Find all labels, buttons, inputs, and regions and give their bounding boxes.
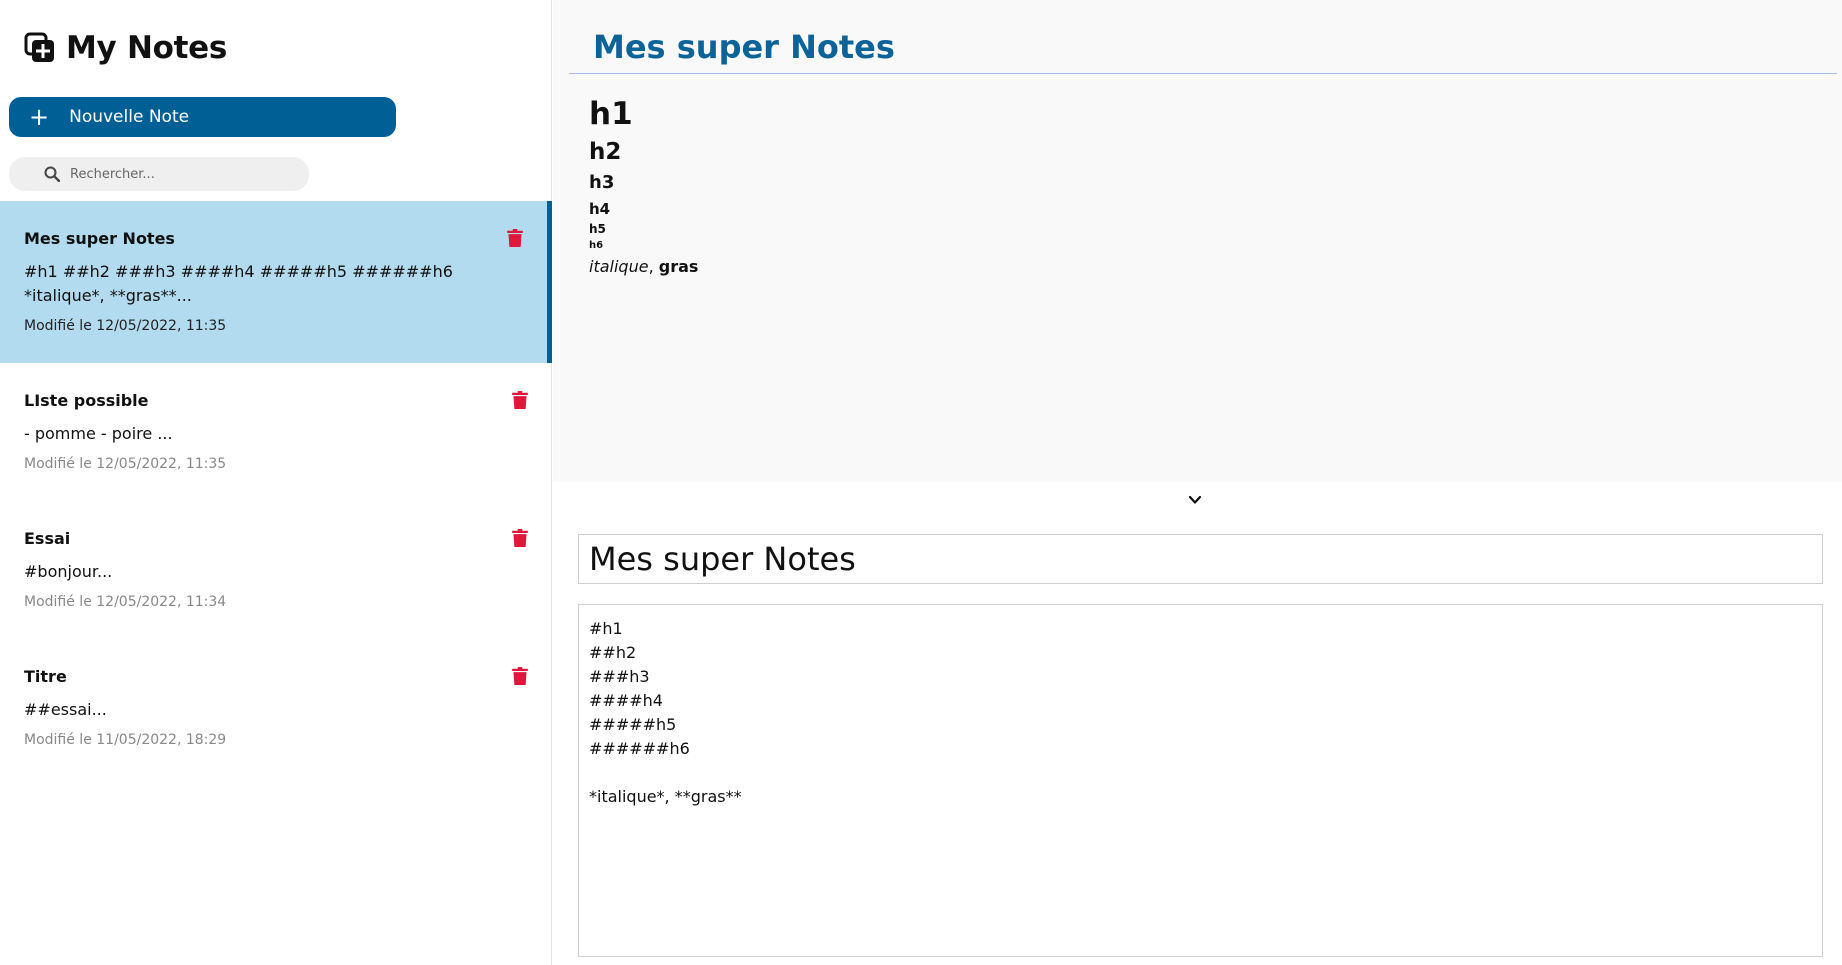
note-item-mes-super-notes[interactable]: Mes super Notes #h1 ##h2 ###h3 ####h4 ##… bbox=[0, 201, 552, 363]
trash-icon[interactable] bbox=[507, 229, 523, 247]
search-input[interactable] bbox=[70, 166, 290, 182]
note-preview: ##essai... bbox=[24, 700, 107, 719]
new-note-button[interactable]: + Nouvelle Note bbox=[9, 97, 396, 137]
note-modified-date: Modifié le 11/05/2022, 18:29 bbox=[24, 732, 227, 748]
main-panel: Mes super Notes h1 h2 h3 h4 h5 h6 italiq… bbox=[553, 0, 1842, 965]
preview-content: h1 h2 h3 h4 h5 h6 italique, gras bbox=[589, 94, 698, 278]
preview-heading-3: h3 bbox=[589, 172, 615, 193]
trash-icon[interactable] bbox=[512, 391, 528, 409]
note-item-titre[interactable]: Titre ##essai... Modifié le 11/05/2022, … bbox=[0, 639, 552, 777]
note-preview: - pomme - poire ... bbox=[24, 424, 173, 443]
preview-heading-1: h1 bbox=[589, 96, 633, 132]
search-icon bbox=[44, 166, 60, 182]
preview-divider bbox=[569, 73, 1837, 74]
preview-bold-text: gras bbox=[658, 257, 699, 276]
preview-separator: , bbox=[648, 257, 659, 276]
plus-icon: + bbox=[29, 103, 50, 131]
note-modified-date: Modifié le 12/05/2022, 11:35 bbox=[24, 318, 227, 334]
note-title: Titre bbox=[24, 667, 67, 686]
app-title: My Notes bbox=[66, 30, 227, 66]
note-content-editor[interactable]: #h1 ##h2 ###h3 ####h4 #####h5 ######h6 *… bbox=[578, 604, 1823, 957]
note-title: LIste possible bbox=[24, 391, 149, 410]
note-modified-date: Modifié le 12/05/2022, 11:35 bbox=[24, 456, 227, 472]
preview-heading-4: h4 bbox=[589, 200, 611, 218]
search-bar bbox=[9, 157, 309, 191]
preview-paragraph: italique, gras bbox=[589, 256, 698, 278]
note-title: Mes super Notes bbox=[24, 229, 175, 248]
trash-icon[interactable] bbox=[512, 529, 528, 547]
markdown-preview: Mes super Notes h1 h2 h3 h4 h5 h6 italiq… bbox=[553, 0, 1842, 482]
note-title-input[interactable] bbox=[578, 534, 1823, 584]
note-item-essai[interactable]: Essai #bonjour... Modifié le 12/05/2022,… bbox=[0, 501, 552, 639]
note-preview: #bonjour... bbox=[24, 562, 113, 581]
new-note-label: Nouvelle Note bbox=[69, 107, 190, 127]
add-note-icon bbox=[24, 32, 54, 62]
trash-icon[interactable] bbox=[512, 667, 528, 685]
preview-heading-6: h6 bbox=[589, 240, 604, 251]
note-list: Mes super Notes #h1 ##h2 ###h3 ####h4 ##… bbox=[0, 201, 552, 777]
sidebar: My Notes + Nouvelle Note Mes super Notes… bbox=[0, 0, 552, 965]
note-modified-date: Modifié le 12/05/2022, 11:34 bbox=[24, 594, 227, 610]
note-preview: #h1 ##h2 ###h3 ####h4 #####h5 ######h6 *… bbox=[24, 262, 453, 305]
preview-italic-text: italique bbox=[589, 257, 649, 276]
preview-heading-5: h5 bbox=[589, 222, 606, 236]
chevron-down-icon[interactable] bbox=[1187, 492, 1203, 508]
preview-heading-2: h2 bbox=[589, 139, 622, 165]
note-title: Essai bbox=[24, 529, 71, 548]
app-header: My Notes bbox=[24, 30, 227, 66]
note-item-liste-possible[interactable]: LIste possible - pomme - poire ... Modif… bbox=[0, 363, 552, 501]
preview-title: Mes super Notes bbox=[593, 28, 895, 66]
